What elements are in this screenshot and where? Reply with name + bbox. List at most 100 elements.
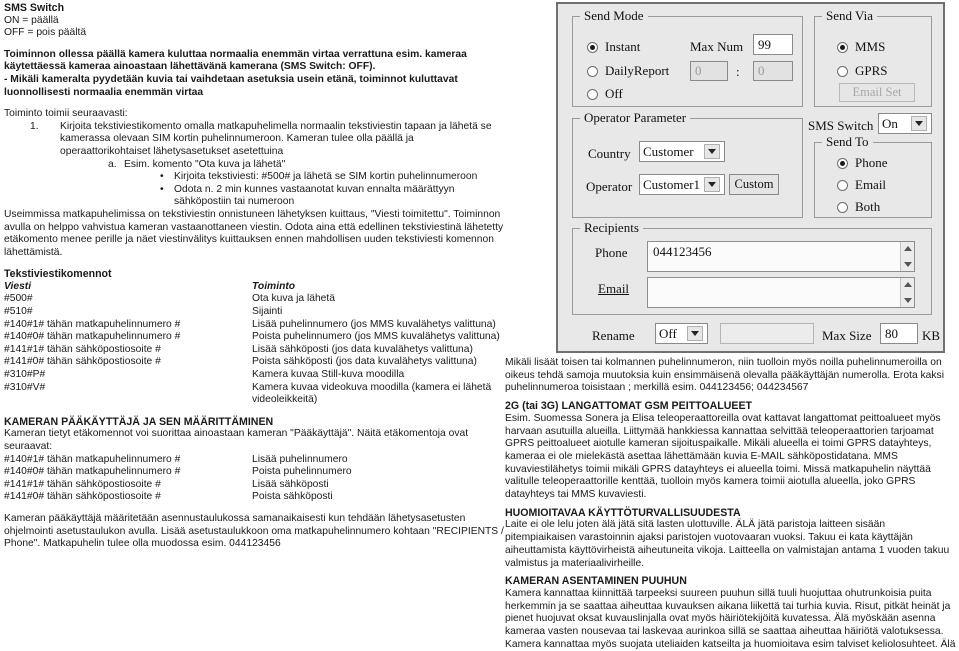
operator-parameter-legend: Operator Parameter — [580, 111, 691, 125]
admin-command-message: #141#1# tähän sähköpostiosoite # — [4, 478, 161, 490]
daily-time-separator: : — [736, 64, 740, 79]
sms-switch-select[interactable]: On — [878, 113, 932, 134]
tree-mounting-heading: KAMERAN ASENTAMINEN PUUHUN — [505, 575, 687, 588]
radio-gprs-label: GPRS — [855, 63, 888, 78]
scrollbar[interactable] — [900, 242, 914, 271]
step-1-marker: 1. — [30, 120, 39, 132]
scrollbar[interactable] — [900, 278, 914, 307]
recipients-phone-input[interactable]: 044123456 — [647, 241, 915, 272]
admin-command-message: #140#0# tähän matkapuhelinnumero # — [4, 466, 181, 478]
table-row: #310#P# Kamera kuvaa Still-kuva moodilla — [4, 369, 504, 382]
bullet-1-text: Kirjoita tekstiviesti: #500# ja lähetä s… — [174, 171, 478, 183]
radio-dailyreport[interactable]: DailyReport — [587, 63, 669, 79]
send-via-legend: Send Via — [822, 9, 878, 23]
recipients-email-input[interactable] — [647, 277, 915, 308]
command-action: Poista puhelinnumero (jos MMS kuvalähety… — [252, 331, 500, 343]
send-mode-legend: Send Mode — [580, 9, 648, 23]
radio-email[interactable]: Email — [837, 177, 886, 193]
radio-dot-icon — [837, 201, 848, 213]
scroll-up-icon[interactable] — [901, 278, 914, 291]
radio-dailyreport-label: DailyReport — [605, 63, 670, 78]
admin-outro: Kameran pääkäyttäjä määritetään asennust… — [4, 512, 504, 550]
chevron-down-icon[interactable] — [687, 326, 703, 341]
admin-heading: KAMERAN PÄÄKÄYTTÄJÄ JA SEN MÄÄRITTÄMINEN — [4, 415, 274, 428]
daily-minute-input[interactable]: 0 — [753, 61, 793, 81]
sms-switch-title: SMS Switch — [4, 2, 65, 14]
radio-gprs[interactable]: GPRS — [837, 63, 888, 79]
radio-dot-icon — [837, 65, 848, 77]
country-value: Customer — [643, 143, 694, 159]
custom-button[interactable]: Custom — [729, 174, 779, 195]
table-row: #510# Sijainti — [4, 306, 504, 319]
radio-phone[interactable]: Phone — [837, 155, 888, 171]
radio-phone-label: Phone — [855, 155, 888, 170]
scroll-down-icon[interactable] — [901, 294, 914, 307]
table-row: #140#1# tähän matkapuhelinnumero # Lisää… — [4, 319, 504, 332]
scroll-up-icon[interactable] — [901, 242, 914, 255]
table-row: #141#0# tähän sähköpostiosoite # Poista … — [4, 356, 504, 369]
command-message: #141#0# tähän sähköpostiosoite # — [4, 356, 161, 368]
operator-parameter-group: Operator Parameter Country Customer Oper… — [572, 111, 803, 218]
max-size-unit: KB — [922, 328, 941, 343]
operator-value: Customer1 — [643, 176, 701, 192]
tree-mounting-paragraph: Kamera kannattaa kiinnittää tarpeeksi su… — [505, 587, 956, 650]
settings-dialog: Send Mode Instant DailyReport Off Max Nu… — [556, 2, 945, 353]
recipients-email-label: Email — [598, 281, 630, 296]
recipients-legend: Recipients — [580, 221, 643, 235]
radio-mms[interactable]: MMS — [837, 39, 885, 55]
chevron-down-icon[interactable] — [704, 144, 720, 159]
gsm-coverage-paragraph: Esim. Suomessa Sonera ja Elisa teleopera… — [505, 412, 941, 501]
admin-command-action: Lisää sähköposti — [252, 478, 329, 490]
recipients-phone-label: Phone — [595, 245, 628, 260]
operator-select[interactable]: Customer1 — [639, 174, 725, 195]
command-action: Poista sähköposti (jos data kuvalähetys … — [252, 356, 477, 368]
radio-off-label: Off — [605, 86, 623, 101]
chevron-down-icon[interactable] — [911, 116, 927, 131]
rename-label: Rename — [592, 328, 635, 343]
max-size-input[interactable]: 80 — [880, 323, 918, 344]
command-message: #140#0# tähän matkapuhelinnumero # — [4, 331, 181, 343]
command-message: #510# — [4, 306, 33, 318]
bullet-item-2: • Odota n. 2 min kunnes vastaanotat kuva… — [160, 184, 504, 209]
radio-off[interactable]: Off — [587, 86, 623, 102]
radio-instant[interactable]: Instant — [587, 39, 640, 55]
table-row: #500# Ota kuva ja lähetä — [4, 293, 504, 306]
email-set-button[interactable]: Email Set — [839, 83, 915, 102]
manual-page: SMS Switch ON = päällä OFF = pois päältä… — [0, 0, 959, 650]
max-size-label: Max Size — [822, 328, 872, 343]
bullet-2-text: Odota n. 2 min kunnes vastaanotat kuvan … — [174, 183, 455, 208]
table-row: #140#1# tähän matkapuhelinnumero # Lisää… — [4, 454, 504, 467]
command-action: Kamera kuvaa videokuva moodilla (kamera … — [252, 381, 492, 406]
rename-select[interactable]: Off — [655, 323, 708, 344]
scroll-down-icon[interactable] — [901, 258, 914, 271]
max-num-input[interactable]: 99 — [753, 34, 793, 55]
max-num-label: Max Num — [690, 39, 744, 54]
country-select[interactable]: Customer — [639, 141, 725, 162]
table-row: #140#0# tähän matkapuhelinnumero # Poist… — [4, 466, 504, 479]
radio-dot-icon — [837, 179, 848, 191]
admin-intro: Kameran tietyt etäkomennot voi suorittaa… — [4, 428, 469, 452]
rename-text-input[interactable] — [720, 323, 814, 344]
chevron-down-icon[interactable] — [704, 177, 720, 192]
radio-dot-icon — [837, 157, 848, 169]
radio-mms-label: MMS — [855, 39, 886, 54]
rename-value: Off — [659, 325, 677, 341]
commands-table-header: Viesti Toiminto — [4, 281, 504, 294]
step-1a-text: Esim. komento "Ota kuva ja lähetä" — [124, 158, 286, 170]
send-mode-group: Send Mode Instant DailyReport Off Max Nu… — [572, 9, 803, 107]
sms-switch-value: On — [882, 115, 898, 131]
daily-hour-input[interactable]: 0 — [690, 61, 728, 81]
safety-heading: HUOMIOITAVAA KÄYTTÖTURVALLISUUDESTA — [505, 506, 741, 519]
command-action: Lisää puhelinnumero (jos MMS kuvalähetys… — [252, 318, 496, 330]
commands-col-action-header: Toiminto — [252, 280, 296, 292]
radio-dot-icon — [587, 65, 598, 77]
right-text-column: Mikäli lisäät toisen tai kolmannen puhel… — [505, 357, 957, 651]
recipients-phone-value: 044123456 — [653, 244, 712, 259]
table-row: #141#1# tähän sähköpostiosoite # Lisää s… — [4, 344, 504, 357]
radio-both[interactable]: Both — [837, 199, 880, 215]
left-text-column: SMS Switch ON = päällä OFF = pois päältä… — [4, 2, 504, 551]
command-message: #310#V# — [4, 381, 46, 393]
sms-off-line: OFF = pois päältä — [4, 27, 87, 39]
bullet-icon: • — [160, 171, 164, 183]
radio-instant-label: Instant — [605, 39, 641, 54]
